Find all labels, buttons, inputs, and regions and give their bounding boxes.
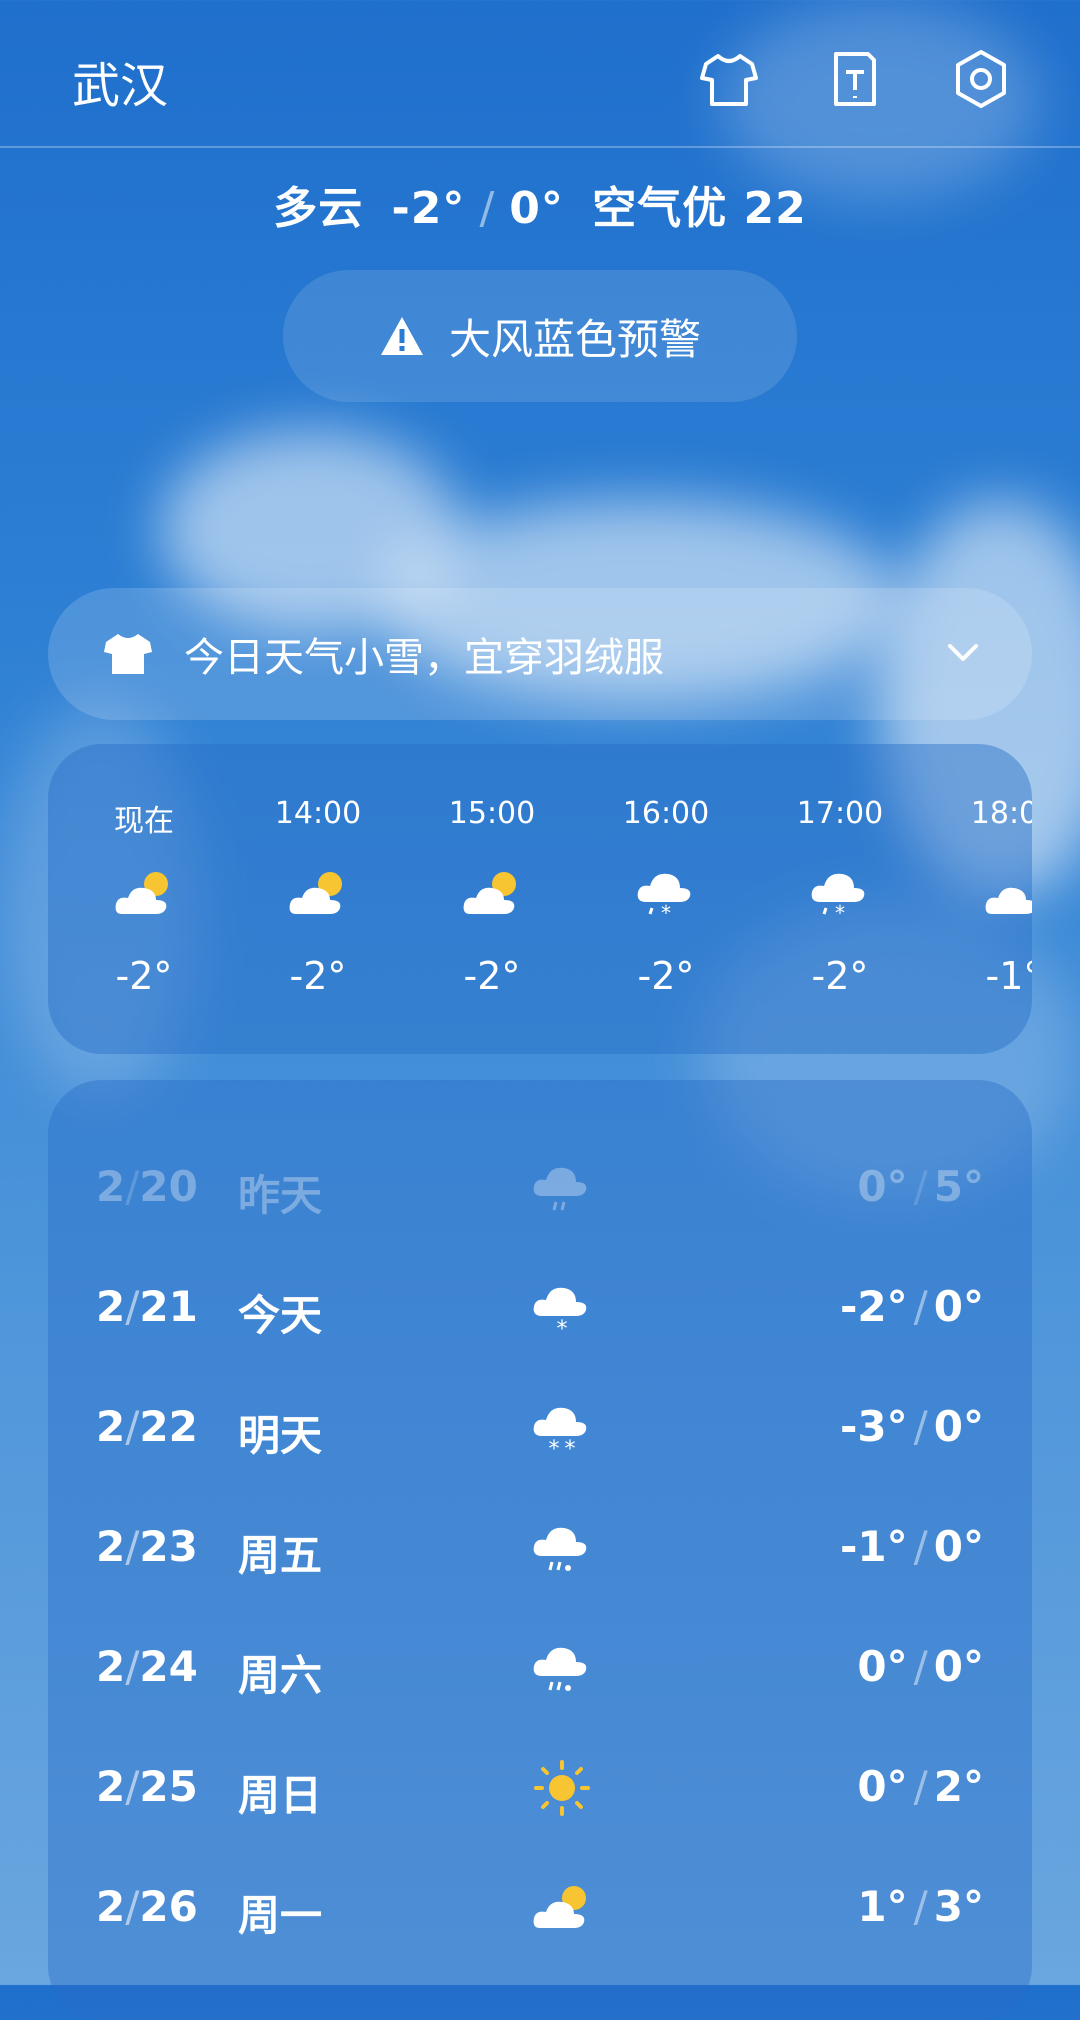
hourly-time: 15:00 — [448, 796, 536, 831]
clothing-suggestion-bar[interactable]: 今日天气小雪，宜穿羽绒服 — [48, 588, 1032, 720]
weather-alert-button[interactable]: 大风蓝色预警 — [283, 270, 797, 402]
svg-text:*: * — [835, 901, 845, 925]
daily-temp-range: 0°/2° — [857, 1762, 984, 1811]
partly-cloudy-icon — [533, 1886, 586, 1928]
moderate-snow-icon: * * — [533, 1407, 587, 1460]
svg-text:*: * — [549, 1437, 560, 1460]
daily-row[interactable]: 2/26 周一 1°/3° — [48, 1850, 1032, 1970]
hourly-time: 16:00 — [622, 796, 710, 831]
sunny-icon — [534, 1760, 590, 1816]
top-bar: 武汉 — [0, 0, 1080, 148]
warning-icon — [380, 317, 423, 355]
partly-cloudy-icon — [289, 872, 342, 914]
alert-text: 大风蓝色预警 — [448, 314, 701, 364]
daily-row[interactable]: 2/21 今天 * -2°/0° — [48, 1250, 1032, 1370]
daily-day-name: 明天 — [238, 1411, 323, 1460]
light-snow-icon: * — [637, 873, 691, 925]
light-snow-icon: * — [533, 1287, 587, 1340]
document-icon[interactable] — [822, 46, 888, 112]
daily-date: 2/21 — [96, 1282, 198, 1331]
daily-row[interactable]: 2/25 周日 0°/2° — [48, 1730, 1032, 1850]
daily-date: 2/20 — [96, 1162, 198, 1211]
hourly-time: 17:00 — [796, 796, 884, 831]
daily-date: 2/26 — [96, 1882, 198, 1931]
svg-text:*: * — [557, 1317, 568, 1340]
daily-temp-range: -3°/0° — [839, 1402, 984, 1451]
partly-cloudy-icon — [463, 872, 516, 914]
chevron-down-icon[interactable] — [944, 632, 982, 672]
current-low-temp: -2° — [391, 183, 466, 234]
svg-text:*: * — [565, 1437, 576, 1460]
daily-row[interactable]: 2/20 昨天 0°/5° — [48, 1130, 1032, 1250]
cloudy-icon — [985, 887, 1032, 914]
hourly-temp: -2° — [811, 954, 869, 998]
hourly-time: 现在 — [114, 804, 174, 839]
daily-forecast-panel: 2/20 昨天 0°/5° 2/21 今天 * -2°/0° 2/22 明天 *… — [48, 1080, 1032, 2020]
city-name[interactable]: 武汉 — [72, 46, 168, 116]
light-rain-icon — [533, 1167, 587, 1211]
settings-hex-icon[interactable] — [948, 46, 1014, 112]
hourly-forecast-panel[interactable]: 现在 -2° 14:00 -2° 15:00 -2° 16:00 * -2° 1… — [48, 744, 1032, 1054]
current-condition: 多云 — [273, 183, 364, 234]
daily-day-name: 今天 — [238, 1291, 323, 1340]
air-quality[interactable]: 空气优 22 — [592, 183, 807, 234]
daily-temp-range: 0°/0° — [857, 1642, 984, 1691]
daily-date: 2/24 — [96, 1642, 198, 1691]
hourly-temp: -2° — [289, 954, 347, 998]
hourly-time: 14:00 — [274, 796, 362, 831]
daily-row[interactable]: 2/22 明天 * * -3°/0° — [48, 1370, 1032, 1490]
daily-day-name: 周日 — [238, 1771, 323, 1820]
current-weather-summary: 多云 -2° / 0° 空气优 22 — [0, 172, 1080, 236]
daily-date: 2/25 — [96, 1762, 198, 1811]
daily-date: 2/23 — [96, 1522, 198, 1571]
slash-divider: / — [479, 183, 496, 234]
svg-text:*: * — [661, 901, 671, 925]
tshirt-icon[interactable] — [696, 46, 762, 112]
daily-row[interactable]: 2/23 周五 -1°/0° — [48, 1490, 1032, 1610]
hourly-temp: -2° — [115, 954, 173, 998]
tshirt-icon — [104, 634, 152, 674]
daily-temp-range: -2°/0° — [839, 1282, 984, 1331]
hourly-temp: -2° — [463, 954, 521, 998]
daily-day-name: 昨天 — [238, 1171, 323, 1220]
partly-cloudy-icon — [115, 872, 168, 914]
daily-temp-range: 1°/3° — [857, 1882, 984, 1931]
current-high-temp: 0° — [509, 183, 564, 234]
clothing-suggestion-text: 今日天气小雪，宜穿羽绒服 — [184, 635, 664, 681]
daily-temp-range: 0°/5° — [857, 1162, 984, 1211]
sleet-icon — [533, 1527, 587, 1571]
sleet-icon — [533, 1647, 587, 1691]
daily-day-name: 周一 — [238, 1891, 323, 1940]
daily-row[interactable]: 2/24 周六 0°/0° — [48, 1610, 1032, 1730]
hourly-temp: -1° — [985, 954, 1032, 998]
hourly-temp: -2° — [637, 954, 695, 998]
light-snow-icon: * — [811, 873, 865, 925]
daily-temp-range: -1°/0° — [839, 1522, 984, 1571]
daily-day-name: 周五 — [238, 1531, 323, 1580]
hourly-time: 18:00 — [970, 796, 1032, 831]
daily-date: 2/22 — [96, 1402, 198, 1451]
daily-day-name: 周六 — [238, 1651, 323, 1700]
